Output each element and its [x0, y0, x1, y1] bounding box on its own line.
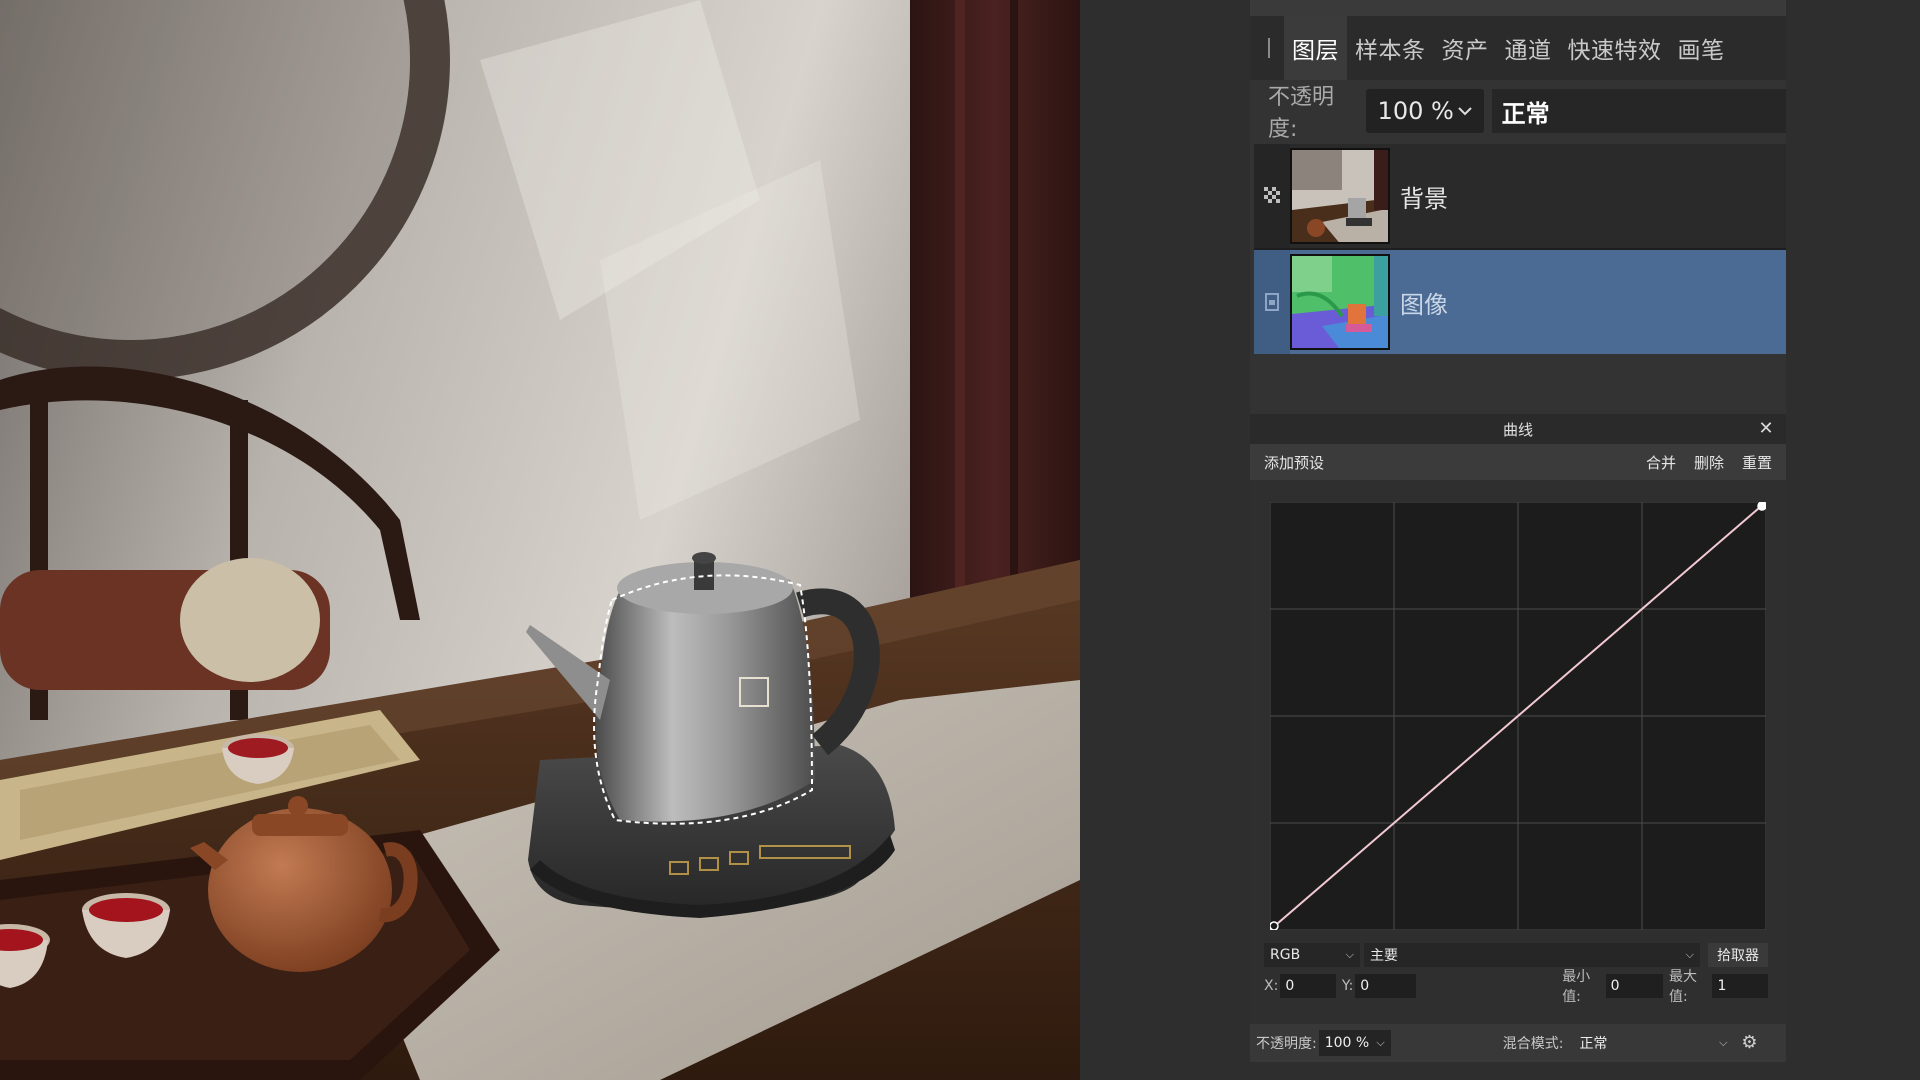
bottom-opacity-label: 不透明度: — [1256, 1036, 1317, 1052]
layer-list: 背景 图像 — [1254, 144, 1786, 354]
layer-lock-toggle[interactable] — [1254, 250, 1290, 354]
x-label: X: — [1264, 978, 1279, 994]
curve-graph[interactable] — [1270, 502, 1766, 930]
blend-mode-dropdown[interactable]: 正常 — [1491, 89, 1786, 133]
blend-mode-label: 混合模式: — [1502, 1036, 1564, 1052]
picker-button[interactable]: 拾取器 — [1708, 943, 1768, 967]
target-value: 主要 — [1370, 948, 1398, 964]
layer-thumbnail — [1290, 254, 1390, 350]
curves-panel: 曲线 ✕ 添加预设 合并 删除 重置 RGB ⌵ 主要 ⌵ 拾取器 X: 0 Y… — [1250, 414, 1786, 1024]
transparency-lock-icon — [1264, 187, 1280, 203]
bottom-opacity-dropdown[interactable]: 100 % ⌵ — [1318, 1030, 1391, 1056]
curves-bottom-bar: 不透明度: 100 % ⌵ 混合模式: 正常 ⌵ ⚙ — [1250, 1024, 1786, 1062]
y-input[interactable]: 0 — [1355, 974, 1417, 998]
curves-title: 曲线 — [1502, 420, 1533, 439]
curves-toolbar: 添加预设 合并 删除 重置 — [1250, 444, 1786, 480]
panel-tab-bar: 图层 样本条 资产 通道 快速特效 画笔 — [1250, 16, 1786, 80]
layer-thumbnail — [1290, 148, 1390, 244]
reset-button[interactable]: 重置 — [1742, 452, 1772, 473]
tab-brushes[interactable]: 画笔 — [1670, 16, 1733, 80]
close-icon[interactable]: ✕ — [1756, 419, 1776, 439]
opacity-label: 不透明度: — [1268, 85, 1335, 142]
layer-row-background[interactable]: 背景 — [1254, 144, 1786, 248]
delete-button[interactable]: 删除 — [1694, 452, 1724, 473]
tab-grip[interactable] — [1268, 38, 1270, 58]
tab-channels[interactable]: 通道 — [1497, 16, 1560, 80]
add-preset-button[interactable]: 添加预设 — [1264, 452, 1646, 473]
curve-control-point[interactable] — [1270, 921, 1279, 930]
curve-control-point[interactable] — [1757, 502, 1766, 511]
channel-dropdown[interactable]: RGB ⌵ — [1264, 943, 1360, 967]
tab-layers[interactable]: 图层 — [1284, 16, 1347, 80]
chevron-down-icon: ⌵ — [1345, 948, 1354, 961]
layer-lock-toggle[interactable] — [1254, 144, 1290, 248]
channel-row: RGB ⌵ 主要 ⌵ 拾取器 — [1264, 943, 1774, 967]
min-input[interactable]: 0 — [1605, 974, 1663, 998]
bottom-blend-value: 正常 — [1579, 1036, 1608, 1052]
chevron-down-icon — [1457, 107, 1472, 116]
max-label: 最大值: — [1668, 969, 1697, 1005]
document-canvas[interactable] — [0, 0, 1080, 1080]
blend-mode-value: 正常 — [1501, 99, 1550, 128]
opacity-dropdown[interactable]: 100 % — [1365, 89, 1484, 133]
layer-lock-icon — [1265, 293, 1279, 311]
opacity-value: 100 % — [1377, 97, 1454, 125]
curves-title-bar[interactable]: 曲线 ✕ — [1250, 414, 1786, 444]
chevron-down-icon: ⌵ — [1685, 948, 1694, 961]
chevron-down-icon: ⌵ — [1376, 1036, 1385, 1049]
tab-assets[interactable]: 资产 — [1434, 16, 1497, 80]
tab-swatches[interactable]: 样本条 — [1347, 16, 1434, 80]
tab-quick-fx[interactable]: 快速特效 — [1560, 16, 1670, 80]
chevron-down-icon: ⌵ — [1719, 1036, 1728, 1049]
max-input[interactable]: 1 — [1712, 974, 1768, 998]
layer-opacity-row: 不透明度: 100 % 正常 — [1250, 82, 1786, 142]
bottom-opacity-value: 100 % — [1324, 1035, 1370, 1051]
layers-panel: 图层 样本条 资产 通道 快速特效 画笔 不透明度: 100 % 正常 背景 图… — [1250, 0, 1786, 414]
layer-name: 图像 — [1400, 290, 1448, 319]
bottom-blend-dropdown[interactable]: 正常 ⌵ — [1575, 1030, 1732, 1056]
layer-name: 背景 — [1400, 184, 1448, 213]
y-label: Y: — [1341, 978, 1354, 994]
merge-button[interactable]: 合并 — [1646, 452, 1676, 473]
layer-row-image[interactable]: 图像 — [1254, 250, 1786, 354]
panel-top-strip — [1250, 0, 1786, 16]
target-dropdown[interactable]: 主要 ⌵ — [1364, 943, 1700, 967]
channel-value: RGB — [1270, 947, 1301, 963]
x-input[interactable]: 0 — [1280, 974, 1336, 998]
photo-image — [0, 0, 1080, 1080]
min-label: 最小值: — [1562, 969, 1591, 1005]
gear-icon[interactable]: ⚙ — [1739, 1033, 1759, 1053]
point-values-row: X: 0 Y: 0 最小值: 0 最大值: 1 — [1264, 969, 1774, 1005]
